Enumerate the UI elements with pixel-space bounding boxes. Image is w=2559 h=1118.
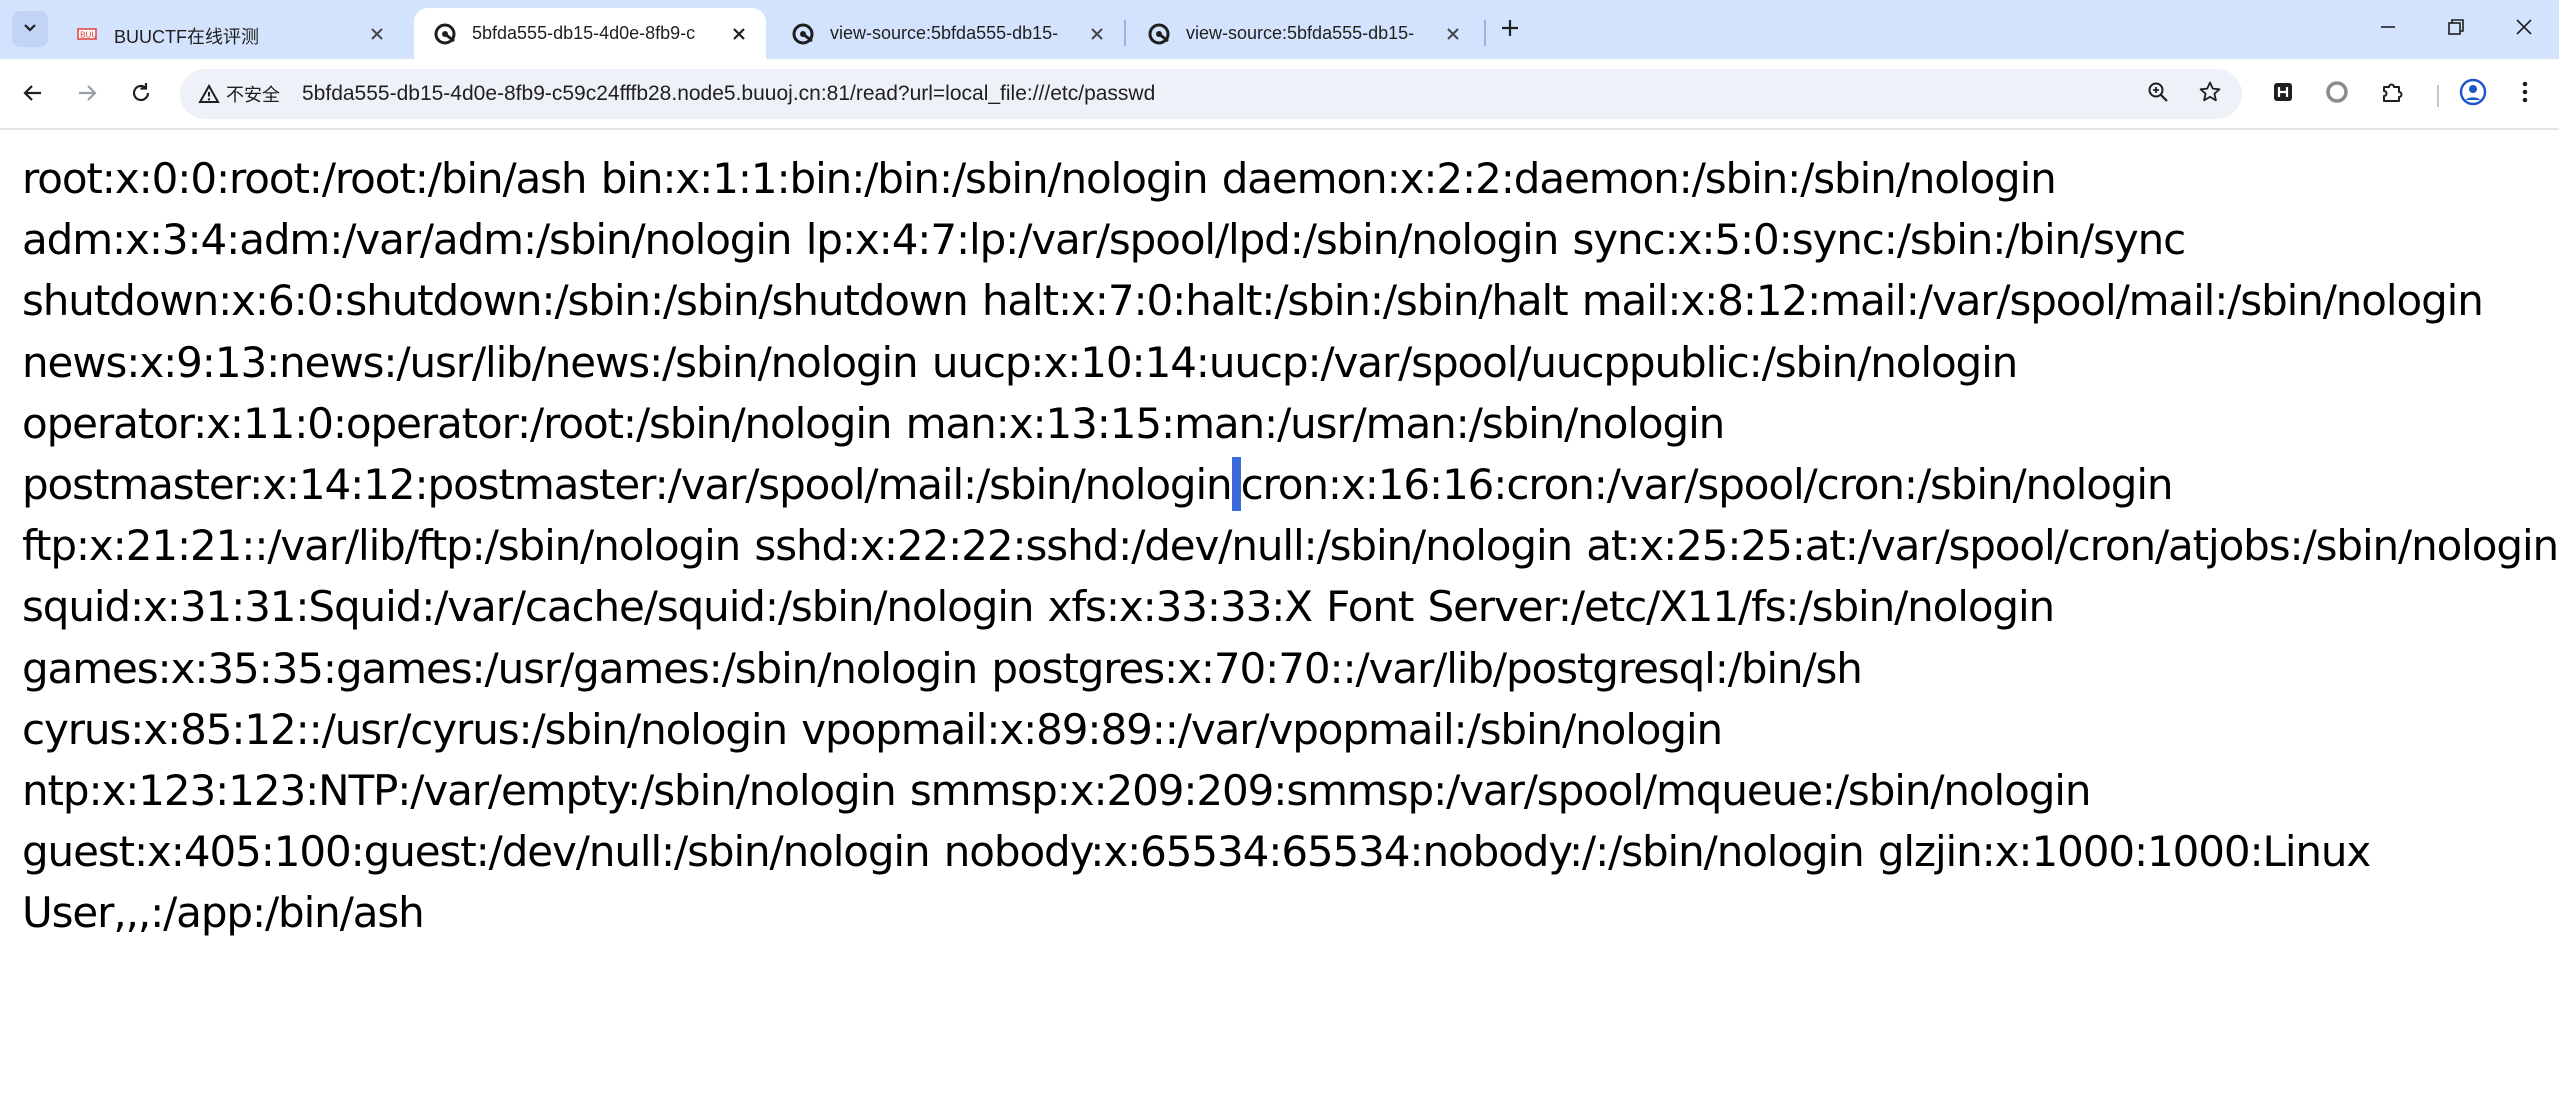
passwd-line: operator:x:11:0:operator:/root:/sbin/nol… xyxy=(22,398,1725,448)
close-tab-icon[interactable] xyxy=(726,21,752,47)
minimize-button[interactable] xyxy=(2368,10,2408,48)
tab-view-source-1[interactable]: view-source:5bfda555-db15- xyxy=(772,8,1124,59)
passwd-line-part: cron:x:16:16:cron:/var/spool/cron:/sbin/… xyxy=(1240,460,2174,510)
arrow-left-icon xyxy=(21,81,45,110)
passwd-line: ntp:x:123:123:NTP:/var/empty:/sbin/nolog… xyxy=(22,766,2091,816)
close-tab-icon[interactable] xyxy=(1084,21,1110,47)
tab-buuctf[interactable]: BUU BUUCTF在线评测 xyxy=(56,8,408,59)
close-tab-icon[interactable] xyxy=(364,21,390,47)
restore-button[interactable] xyxy=(2436,10,2476,48)
toolbar-divider xyxy=(2437,85,2439,107)
zoom-icon xyxy=(2146,80,2170,109)
tab-strip: BUU BUUCTF在线评测 5bfda555-db15-4d0e-8fb9-c… xyxy=(0,0,2559,59)
passwd-line: guest:x:405:100:guest:/dev/null:/sbin/no… xyxy=(22,827,2371,877)
browser-toolbar: 不安全 5bfda555-db15-4d0e-8fb9-c59c24fffb28… xyxy=(0,59,2559,130)
plus-icon xyxy=(1500,18,1520,43)
security-label: 不安全 xyxy=(226,85,280,105)
profile-button[interactable] xyxy=(2455,76,2491,112)
extension-h-icon xyxy=(2272,81,2294,108)
text-selection-highlight xyxy=(1231,457,1241,512)
extension-h-button[interactable] xyxy=(2265,76,2301,112)
passwd-line: User,,,:/app:/bin/ash xyxy=(22,888,425,938)
tab-view-source-2[interactable]: view-source:5bfda555-db15- xyxy=(1128,8,1480,59)
extension-circle-button[interactable] xyxy=(2319,76,2355,112)
extensions-button[interactable] xyxy=(2375,76,2411,112)
passwd-line: cyrus:x:85:12::/usr/cyrus:/sbin/nologin … xyxy=(22,704,1723,754)
passwd-line: ftp:x:21:21::/var/lib/ftp:/sbin/nologin … xyxy=(22,521,2559,571)
buuoj-favicon-icon xyxy=(434,23,456,45)
buuoj-favicon-icon xyxy=(792,23,814,45)
close-tab-icon[interactable] xyxy=(1440,21,1466,47)
security-chip[interactable]: 不安全 xyxy=(188,76,290,112)
puzzle-icon xyxy=(2380,79,2406,110)
passwd-content: root:x:0:0:root:/root:/bin/ash bin:x:1:1… xyxy=(22,148,2559,944)
tab-divider xyxy=(1124,20,1126,46)
new-tab-button[interactable] xyxy=(1494,14,1526,46)
close-window-button[interactable] xyxy=(2504,10,2544,48)
passwd-line: root:x:0:0:root:/root:/bin/ash bin:x:1:1… xyxy=(22,154,2057,203)
tab-search-button[interactable] xyxy=(12,11,48,47)
close-icon xyxy=(2515,18,2533,41)
menu-button[interactable] xyxy=(2507,76,2543,112)
arrow-right-icon xyxy=(75,81,99,110)
restore-icon xyxy=(2447,18,2465,41)
url-text[interactable]: 5bfda555-db15-4d0e-8fb9-c59c24fffb28.nod… xyxy=(302,82,1155,106)
profile-icon xyxy=(2459,78,2487,111)
warning-icon xyxy=(198,84,220,104)
star-icon xyxy=(2198,80,2222,109)
chevron-down-icon xyxy=(21,18,39,41)
more-vert-icon xyxy=(2521,80,2529,109)
passwd-line: news:x:9:13:news:/usr/lib/news:/sbin/nol… xyxy=(22,337,2018,387)
tab-divider xyxy=(1484,20,1486,46)
passwd-line: shutdown:x:6:0:shutdown:/sbin:/sbin/shut… xyxy=(22,276,2484,326)
passwd-line: squid:x:31:31:Squid:/var/cache/squid:/sb… xyxy=(22,582,2055,632)
passwd-line: adm:x:3:4:adm:/var/adm:/sbin/nologin lp:… xyxy=(22,215,2186,265)
reload-button[interactable] xyxy=(122,76,160,114)
buuoj-favicon-icon xyxy=(1148,23,1170,45)
svg-text:BUU: BUU xyxy=(80,31,97,40)
passwd-line-with-cursor: postmaster:x:14:12:postmaster:/var/spool… xyxy=(22,454,2542,515)
tab-active-passwd[interactable]: 5bfda555-db15-4d0e-8fb9-c xyxy=(414,8,766,59)
tab-title: BUUCTF在线评测 xyxy=(114,27,259,47)
bookmark-button[interactable] xyxy=(2194,78,2226,110)
tab-title: view-source:5bfda555-db15- xyxy=(830,23,1059,43)
passwd-line-part: postmaster:x:14:12:postmaster:/var/spool… xyxy=(22,460,1233,510)
reload-icon xyxy=(129,81,153,110)
forward-button[interactable] xyxy=(68,76,106,114)
back-button[interactable] xyxy=(14,76,52,114)
address-bar[interactable]: 不安全 5bfda555-db15-4d0e-8fb9-c59c24fffb28… xyxy=(180,69,2242,119)
zoom-button[interactable] xyxy=(2142,78,2174,110)
tab-title: view-source:5bfda555-db15- xyxy=(1186,23,1415,43)
extension-circle-icon xyxy=(2325,80,2349,109)
tab-title: 5bfda555-db15-4d0e-8fb9-c xyxy=(472,23,696,43)
minimize-icon xyxy=(2379,18,2397,41)
passwd-line: games:x:35:35:games:/usr/games:/sbin/nol… xyxy=(22,643,1863,693)
buuctf-favicon-icon: BUU xyxy=(76,23,98,45)
